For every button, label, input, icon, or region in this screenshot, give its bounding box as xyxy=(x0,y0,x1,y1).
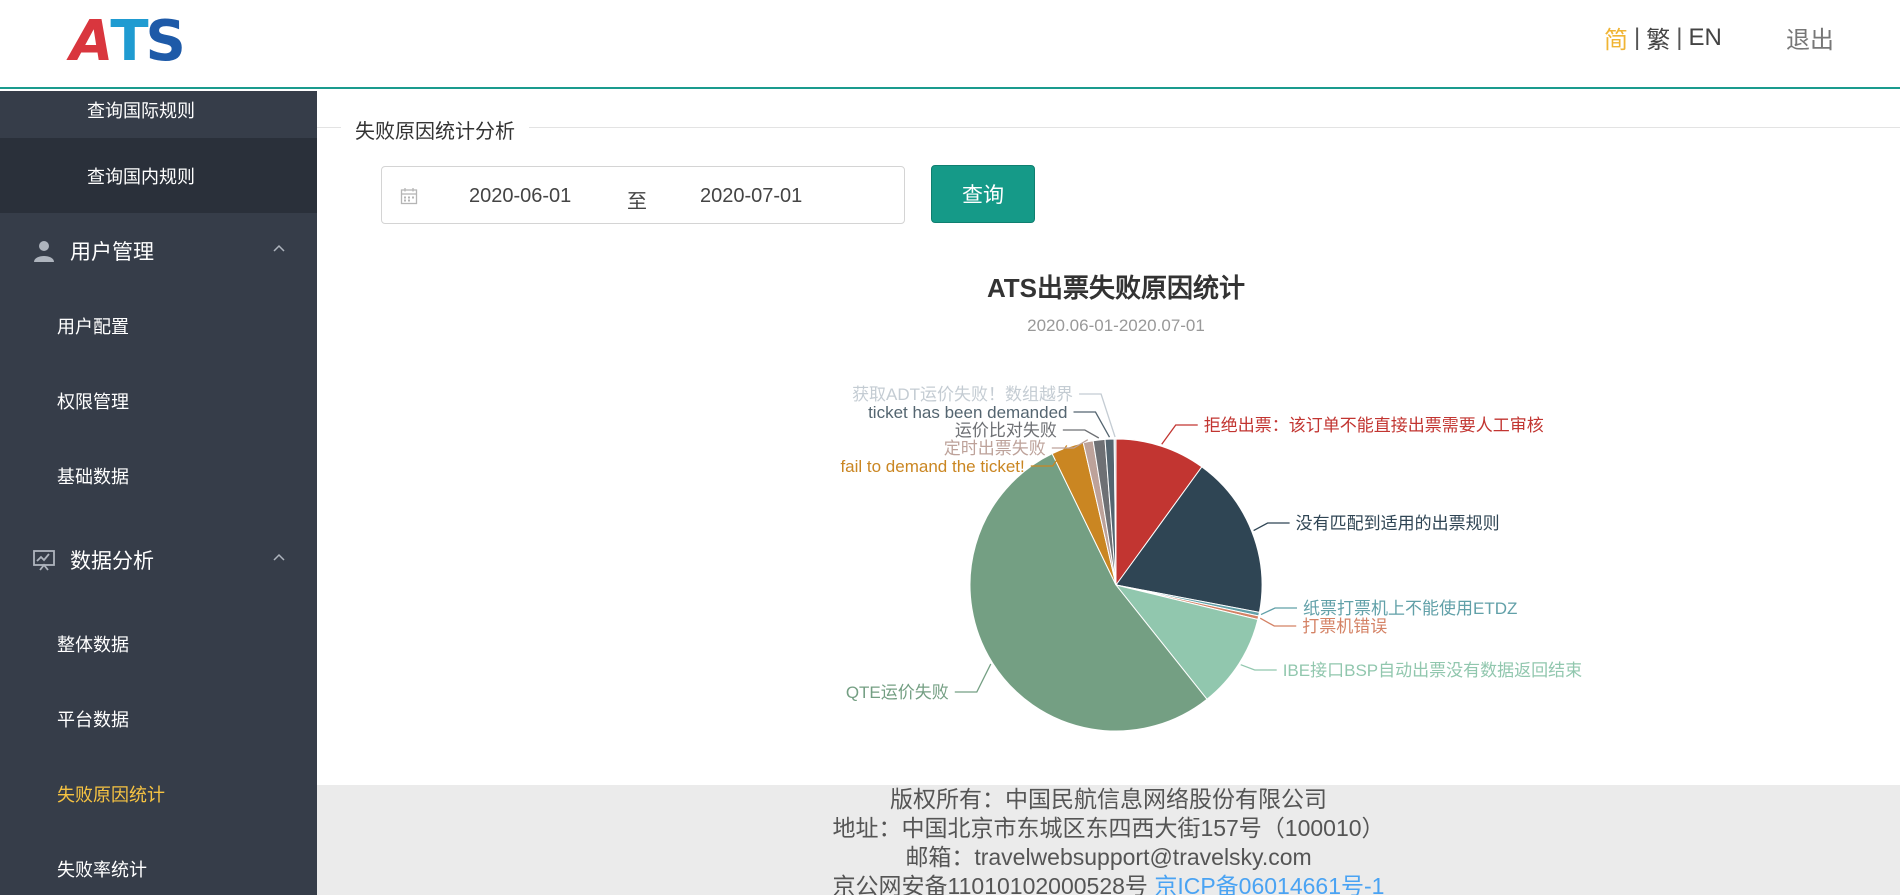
sidebar-item-user-config[interactable]: 用户配置 xyxy=(0,288,317,363)
lang-english[interactable]: EN xyxy=(1688,24,1721,52)
sidebar-group-label: 用户管理 xyxy=(70,240,154,264)
sidebar-item-domestic-rules[interactable]: 查询国内规则 xyxy=(0,138,317,213)
sidebar-item-failure-reasons[interactable]: 失败原因统计 xyxy=(0,756,317,831)
sidebar-group-data-analysis[interactable]: 数据分析 xyxy=(0,522,317,597)
sidebar-item-label: 失败原因统计 xyxy=(57,784,165,805)
sidebar-item-label: 用户配置 xyxy=(57,316,129,337)
lang-separator: | xyxy=(1634,23,1641,51)
sidebar-item-label: 权限管理 xyxy=(57,391,129,412)
sidebar-item-overall-data[interactable]: 整体数据 xyxy=(0,606,317,681)
language-switcher: 简 | 繁 | EN xyxy=(1604,20,1726,55)
sidebar-item-intl-rules[interactable]: 查询国际规则 xyxy=(0,91,317,145)
lang-traditional[interactable]: 繁 xyxy=(1646,20,1670,55)
user-icon xyxy=(34,241,54,262)
pie-label-line xyxy=(1253,522,1290,532)
pie-label-line xyxy=(1161,424,1198,445)
pie-label-line xyxy=(1260,607,1298,616)
pie-label-line xyxy=(954,663,992,693)
presentation-chart-icon xyxy=(33,550,55,571)
pie-slice-label: 没有匹配到适用的出票规则 xyxy=(1296,514,1500,533)
pie-slice-label: 运价比对失败 xyxy=(955,421,1057,440)
top-header: ATS 简 | 繁 | EN 退出 xyxy=(0,0,1900,89)
sidebar: 查询国际规则 查询国内规则 用户管理 用户配置 权限管理 基础数据 数据分析 整… xyxy=(0,91,317,895)
sidebar-item-permissions[interactable]: 权限管理 xyxy=(0,363,317,438)
footer: 版权所有：中国民航信息网络股份有限公司 地址：中国北京市东城区东四西大街157号… xyxy=(317,785,1900,895)
failure-reason-pie-chart: ATS出票失败原因统计 2020.06-01-2020.07-01 拒绝出票：该… xyxy=(840,273,1582,732)
pie-slice-label: fail to demand the ticket! xyxy=(840,457,1024,476)
logout-link[interactable]: 退出 xyxy=(1786,20,1834,55)
sidebar-item-label: 基础数据 xyxy=(57,466,129,487)
sidebar-item-base-data[interactable]: 基础数据 xyxy=(0,438,317,513)
sidebar-group-user-management[interactable]: 用户管理 xyxy=(0,213,317,288)
main-content: 失败原因统计分析 2020-06-01 至 2020-07-01 查询 ATS出… xyxy=(317,91,1900,785)
footer-beian-line: 京公网安备11010102000528号 京ICP备06014661号-1 xyxy=(317,872,1900,895)
sidebar-item-platform-data[interactable]: 平台数据 xyxy=(0,681,317,756)
pie-slice-label: IBE接口BSP自动出票没有数据返回结束 xyxy=(1283,661,1582,680)
lang-separator: | xyxy=(1676,23,1683,51)
chevron-up-icon xyxy=(273,244,285,252)
pie-slice-label: 打票机错误 xyxy=(1302,617,1387,636)
sidebar-item-label: 平台数据 xyxy=(57,709,129,730)
pie-slice-label: ticket has been demanded xyxy=(868,403,1067,422)
sidebar-item-label: 失败率统计 xyxy=(57,859,147,880)
footer-email: 邮箱：travelwebsupport@travelsky.com xyxy=(905,844,1312,870)
footer-icp-link[interactable]: 京ICP备06014661号-1 xyxy=(1154,873,1384,895)
pie-slice-label: QTE运价失败 xyxy=(846,683,949,702)
sidebar-item-label: 整体数据 xyxy=(57,634,129,655)
pie-slice-label: 纸票打票机上不能使用ETDZ xyxy=(1303,598,1517,618)
chart-subtitle: 2020.06-01-2020.07-01 xyxy=(1027,316,1205,335)
sidebar-item-failure-rate[interactable]: 失败率统计 xyxy=(0,831,317,895)
footer-beian: 京公网安备11010102000528号 xyxy=(832,873,1148,895)
chart-title: ATS出票失败原因统计 xyxy=(987,273,1245,303)
pie-label-line xyxy=(1240,664,1277,671)
lang-simplified[interactable]: 简 xyxy=(1604,20,1628,55)
pie-slice-label: 获取ADT运价失败！数组越界 xyxy=(852,385,1073,404)
ats-logo[interactable]: ATS xyxy=(70,14,186,70)
footer-address: 地址：中国北京市东城区东四西大街157号（100010） xyxy=(832,815,1385,841)
pie-slice-label: 定时出票失败 xyxy=(944,439,1046,458)
chevron-up-icon xyxy=(273,553,285,561)
sidebar-group-label: 数据分析 xyxy=(70,549,154,573)
pie-label-line xyxy=(1259,617,1297,627)
sidebar-item-label: 查询国际规则 xyxy=(87,101,195,121)
pie-slice-label: 拒绝出票：该订单不能直接出票需要人工审核 xyxy=(1204,416,1544,435)
sidebar-item-label: 查询国内规则 xyxy=(87,166,195,187)
footer-copyright: 版权所有：中国民航信息网络股份有限公司 xyxy=(890,786,1327,812)
pie-label-line xyxy=(1062,429,1100,439)
